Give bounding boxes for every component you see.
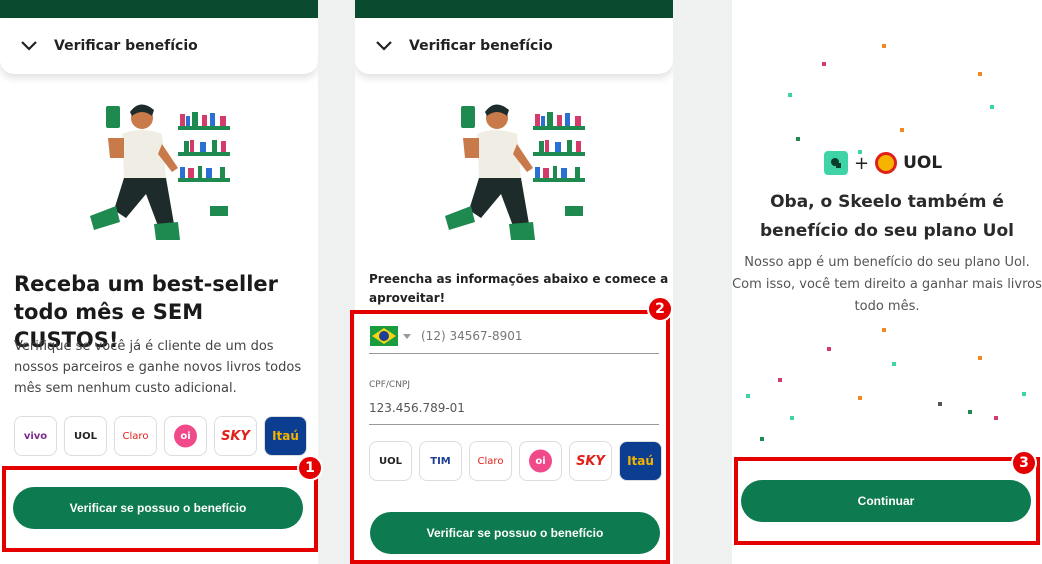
confetti-dot <box>827 347 831 351</box>
confetti-dot <box>968 410 972 414</box>
partner-logo[interactable]: UOL <box>64 416 107 456</box>
confetti-dot <box>796 137 800 141</box>
confetti-dot <box>882 328 886 332</box>
reading-person-illustration <box>90 104 230 240</box>
confetti-dot <box>978 72 982 76</box>
partner-logo[interactable]: SKY <box>214 416 257 456</box>
partner-logo[interactable]: vivo <box>14 416 57 456</box>
verify-benefit-header[interactable]: Verificar benefício <box>0 18 318 74</box>
plus-sign: + <box>854 152 870 174</box>
partnership-logos: + UOL <box>824 151 942 175</box>
partner-logo[interactable]: Claro <box>114 416 157 456</box>
confetti-dot <box>788 93 792 97</box>
confetti-dot <box>790 416 794 420</box>
partner-logos: vivo UOL Claro oi SKY Itaú <box>14 416 307 456</box>
confetti-dot <box>1022 392 1026 396</box>
confetti-dot <box>858 396 862 400</box>
confetti-dot <box>760 437 764 441</box>
header-title: Verificar benefício <box>409 38 553 54</box>
step-badge: 2 <box>647 296 673 322</box>
uol-logo-icon <box>875 152 898 174</box>
reading-person-illustration <box>445 104 585 240</box>
highlight-box-step-3 <box>734 457 1040 545</box>
form-instructions: Preencha as informações abaixo e comece … <box>369 272 669 305</box>
highlight-box-step-2 <box>350 310 670 564</box>
confetti-dot <box>822 62 826 66</box>
top-bar <box>0 0 318 18</box>
confetti-dot <box>900 128 904 132</box>
step-badge: 3 <box>1011 450 1037 476</box>
intro-description: Verifique se você já é cliente de um dos… <box>14 339 302 396</box>
confetti-dot <box>778 378 782 382</box>
partner-logo[interactable]: oi <box>164 416 207 456</box>
header-title: Verificar benefício <box>54 38 198 54</box>
skeelo-logo-icon <box>824 151 848 175</box>
confetti-dot <box>892 362 896 366</box>
confirmation-title: Oba, o Skeelo também é benefício do seu … <box>760 192 1014 241</box>
confetti-dot <box>978 356 982 360</box>
partner-logo[interactable]: Itaú <box>264 416 307 456</box>
chevron-down-icon[interactable] <box>373 35 395 57</box>
confetti-dot <box>990 105 994 109</box>
uol-logo-text: UOL <box>903 153 943 173</box>
step-badge: 1 <box>297 455 323 481</box>
verify-benefit-header[interactable]: Verificar benefício <box>355 18 673 74</box>
chevron-down-icon[interactable] <box>18 35 40 57</box>
confirmation-description: Nosso app é um benefício do seu plano Uo… <box>732 255 1042 314</box>
confetti-dot <box>882 44 886 48</box>
confetti-dot <box>938 402 942 406</box>
confetti-dot <box>994 416 998 420</box>
highlight-box-step-1 <box>2 466 318 552</box>
confetti-dot <box>746 394 750 398</box>
top-bar <box>355 0 673 18</box>
